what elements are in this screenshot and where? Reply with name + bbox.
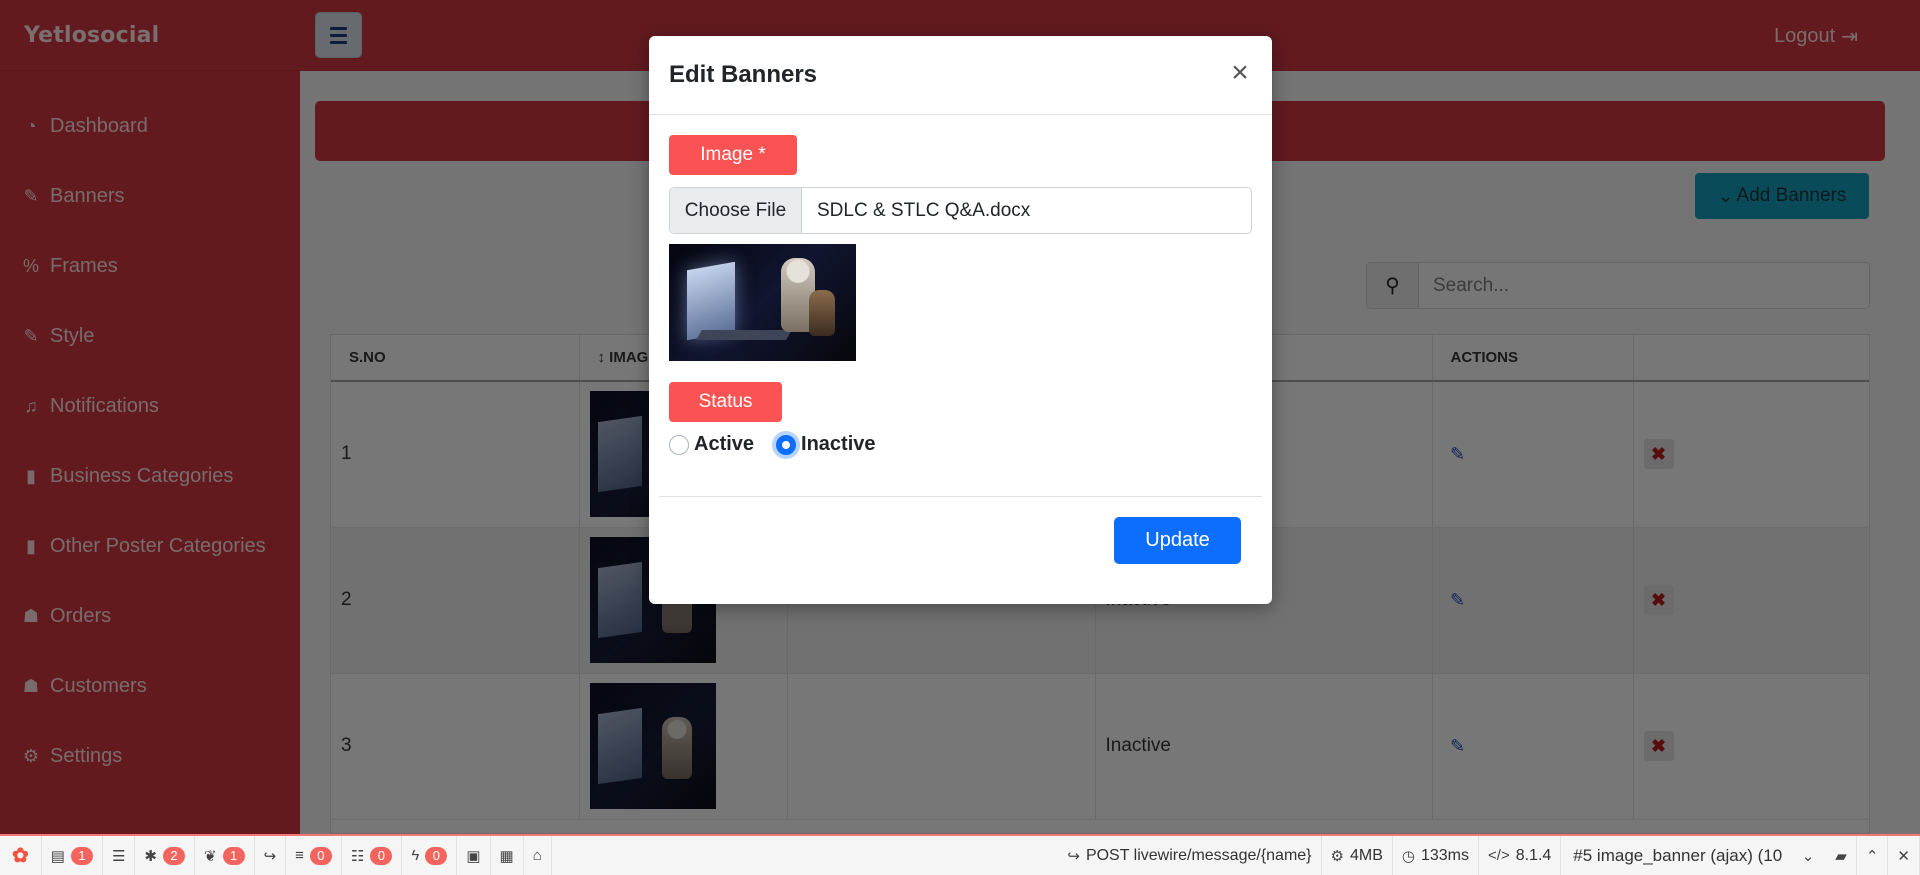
status-inactive-label[interactable]: Inactive (801, 433, 875, 456)
chevron-down-icon: ⌄ (1801, 847, 1815, 865)
debugbar-tab-route[interactable]: ↪ (255, 836, 287, 875)
status-active-label[interactable]: Active (694, 433, 754, 456)
close-icon[interactable]: × (1226, 58, 1254, 88)
folder-open-icon: ▰ (1835, 847, 1847, 865)
request-icon: ▦ (499, 847, 514, 865)
debugbar-tab-models[interactable]: ☷ 0 (342, 836, 403, 875)
time-text: 133ms (1420, 846, 1470, 864)
close-debugbar-button[interactable]: ✕ (1888, 836, 1920, 875)
open-folder-button[interactable]: ▰ (1826, 836, 1857, 875)
timeline-icon: ☰ (111, 847, 126, 865)
count-badge: 0 (370, 846, 393, 865)
modal-divider (659, 496, 1262, 497)
debugbar: ✿ ▤ 1 ☰ ✱ 2 ❦ 1 ↪ ≡ 0 ☷ 0 ϟ 0 ▣ ▦ ⌂ ↪ PO… (0, 834, 1920, 875)
debugbar-memory[interactable]: ⚙ 4MB (1322, 836, 1393, 875)
debugbar-request-route[interactable]: ↪ POST livewire/message/{name} (1058, 836, 1322, 875)
debugbar-tab-tags[interactable]: ⌂ (524, 836, 552, 875)
selected-file-name: SDLC & STLC Q&A.docx (817, 199, 1031, 221)
memory-text: 4MB (1349, 846, 1383, 864)
file-input[interactable]: Choose File SDLC & STLC Q&A.docx (669, 187, 1252, 234)
debugbar-tab-events[interactable]: ϟ 0 (402, 836, 458, 875)
request-route-text: POST livewire/message/{name} (1085, 846, 1312, 864)
count-badge: 1 (70, 846, 93, 865)
chevron-up-icon: ⌃ (1865, 847, 1879, 865)
update-button[interactable]: Update (1114, 517, 1241, 564)
choose-file-button[interactable]: Choose File (670, 188, 802, 233)
queries-icon: ≡ (295, 847, 304, 864)
status-active-radio[interactable] (669, 434, 689, 455)
cogs-icon: ⚙ (1330, 847, 1344, 865)
models-icon: ☷ (350, 847, 365, 865)
debugbar-php-version[interactable]: </> 8.1.4 (1479, 836, 1562, 875)
banner-image-preview (669, 244, 856, 361)
laravel-logo-icon[interactable]: ✿ (0, 836, 42, 875)
count-badge: 1 (222, 846, 245, 865)
count-badge: 0 (425, 846, 448, 865)
debugbar-tab-timeline[interactable]: ☰ (103, 836, 136, 875)
code-icon: </> (1488, 847, 1510, 864)
count-badge: 2 (162, 846, 185, 865)
exceptions-icon: ✱ (144, 847, 157, 865)
status-field-label: Status (669, 382, 782, 422)
messages-icon: ▤ (50, 847, 65, 865)
image-field-label: Image * (669, 135, 797, 175)
session-icon: ▣ (466, 847, 481, 865)
events-icon: ϟ (411, 847, 420, 864)
clock-icon: ◷ (1401, 847, 1415, 865)
debugbar-time[interactable]: ◷ 133ms (1393, 836, 1480, 875)
tags-icon: ⌂ (532, 847, 542, 864)
minimize-button[interactable]: ⌃ (1857, 836, 1889, 875)
debugbar-tab-views[interactable]: ❦ 1 (195, 836, 255, 875)
php-version-text: 8.1.4 (1515, 846, 1552, 864)
edit-banners-modal: Edit Banners × Image * Choose File SDLC … (649, 36, 1272, 604)
close-icon: ✕ (1897, 847, 1910, 865)
modal-title: Edit Banners (669, 61, 818, 88)
status-radio-group: Active Inactive (669, 433, 898, 456)
count-badge: 0 (309, 846, 332, 865)
request-select[interactable]: #5 image_banner (ajax) (10 ⌄ (1561, 846, 1826, 866)
status-inactive-radio[interactable] (776, 434, 797, 455)
views-icon: ❦ (203, 847, 217, 865)
debugbar-tab-exceptions[interactable]: ✱ 2 (135, 836, 195, 875)
request-select-value: #5 image_banner (ajax) (10 (1573, 845, 1783, 865)
debugbar-tab-queries[interactable]: ≡ 0 (286, 836, 342, 875)
debugbar-tab-messages[interactable]: ▤ 1 (42, 836, 103, 875)
debugbar-tab-request[interactable]: ▦ (491, 836, 524, 875)
route-icon: ↪ (263, 847, 277, 865)
share-icon: ↪ (1067, 847, 1080, 865)
modal-header: Edit Banners (649, 36, 1272, 115)
debugbar-tab-session[interactable]: ▣ (457, 836, 491, 875)
